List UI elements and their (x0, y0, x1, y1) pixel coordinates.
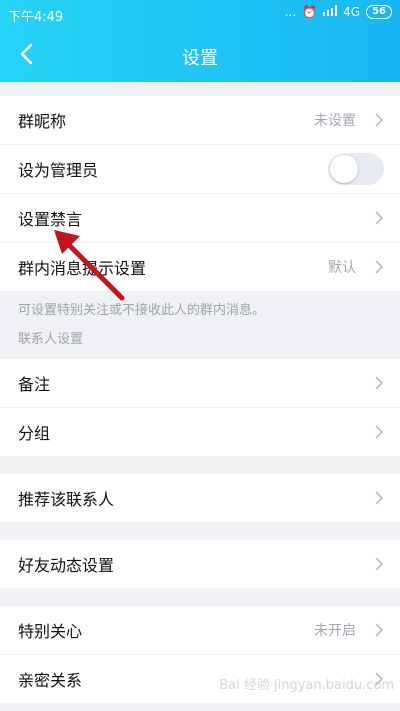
status-icons: ... ⏰ 4G 56 (285, 5, 392, 19)
row-value: 未设置 (314, 113, 356, 129)
row-friend-feed[interactable]: 好友动态设置 (0, 540, 400, 588)
row-group-category[interactable]: 分组 (0, 408, 400, 456)
settings-list: 群昵称 未设置 设为管理员 设置禁言 群内消息提示设置 默认 可设置特别关注或不… (0, 82, 400, 703)
row-recommend-contact[interactable]: 推荐该联系人 (0, 474, 400, 522)
battery-icon: 56 (366, 5, 392, 19)
chevron-right-icon (375, 260, 384, 274)
row-label: 分组 (18, 424, 51, 443)
row-group-nickname[interactable]: 群昵称 未设置 (0, 96, 400, 145)
chevron-right-icon (375, 557, 384, 571)
row-label: 群昵称 (18, 112, 67, 131)
page-title: 设置 (182, 48, 218, 69)
chevron-right-icon (375, 113, 384, 127)
row-label: 好友动态设置 (18, 556, 115, 575)
admin-toggle[interactable] (328, 153, 384, 185)
toggle-knob (330, 155, 358, 183)
group-recommend: 推荐该联系人 (0, 474, 400, 522)
row-label: 备注 (18, 375, 51, 394)
chevron-right-icon (375, 211, 384, 225)
row-label: 设为管理员 (18, 161, 99, 180)
row-value: 未开启 (314, 623, 356, 639)
row-label: 特别关心 (18, 622, 83, 641)
status-bar: 下午4:49 ... ⏰ 4G 56 (0, 0, 400, 28)
row-set-admin: 设为管理员 (0, 145, 400, 194)
chevron-right-icon (375, 425, 384, 439)
nav-bar: 设置 (0, 28, 400, 82)
notification-dots: ... (284, 5, 297, 19)
chevron-right-icon (375, 376, 384, 390)
row-label: 推荐该联系人 (18, 490, 115, 509)
watermark-logo: Bai 经验 jingyan.baidu.com (219, 678, 394, 693)
signal-icon (323, 5, 338, 19)
group-contacts: 备注 分组 (0, 359, 400, 456)
app-header: 下午4:49 ... ⏰ 4G 56 设置 (0, 0, 400, 82)
row-label: 亲密关系 (18, 671, 83, 690)
chevron-right-icon (375, 623, 384, 637)
section-title-contacts: 联系人设置 (18, 332, 84, 347)
annotation-arrow-icon (54, 230, 125, 301)
row-remark[interactable]: 备注 (0, 359, 400, 408)
row-special-care[interactable]: 特别关心 未开启 (0, 606, 400, 655)
group-feed: 好友动态设置 (0, 540, 400, 588)
status-time: 下午4:49 (8, 10, 64, 25)
network-label: 4G (343, 5, 361, 19)
chevron-right-icon (375, 491, 384, 505)
alarm-icon: ⏰ (302, 5, 318, 19)
row-value: 默认 (328, 260, 356, 276)
